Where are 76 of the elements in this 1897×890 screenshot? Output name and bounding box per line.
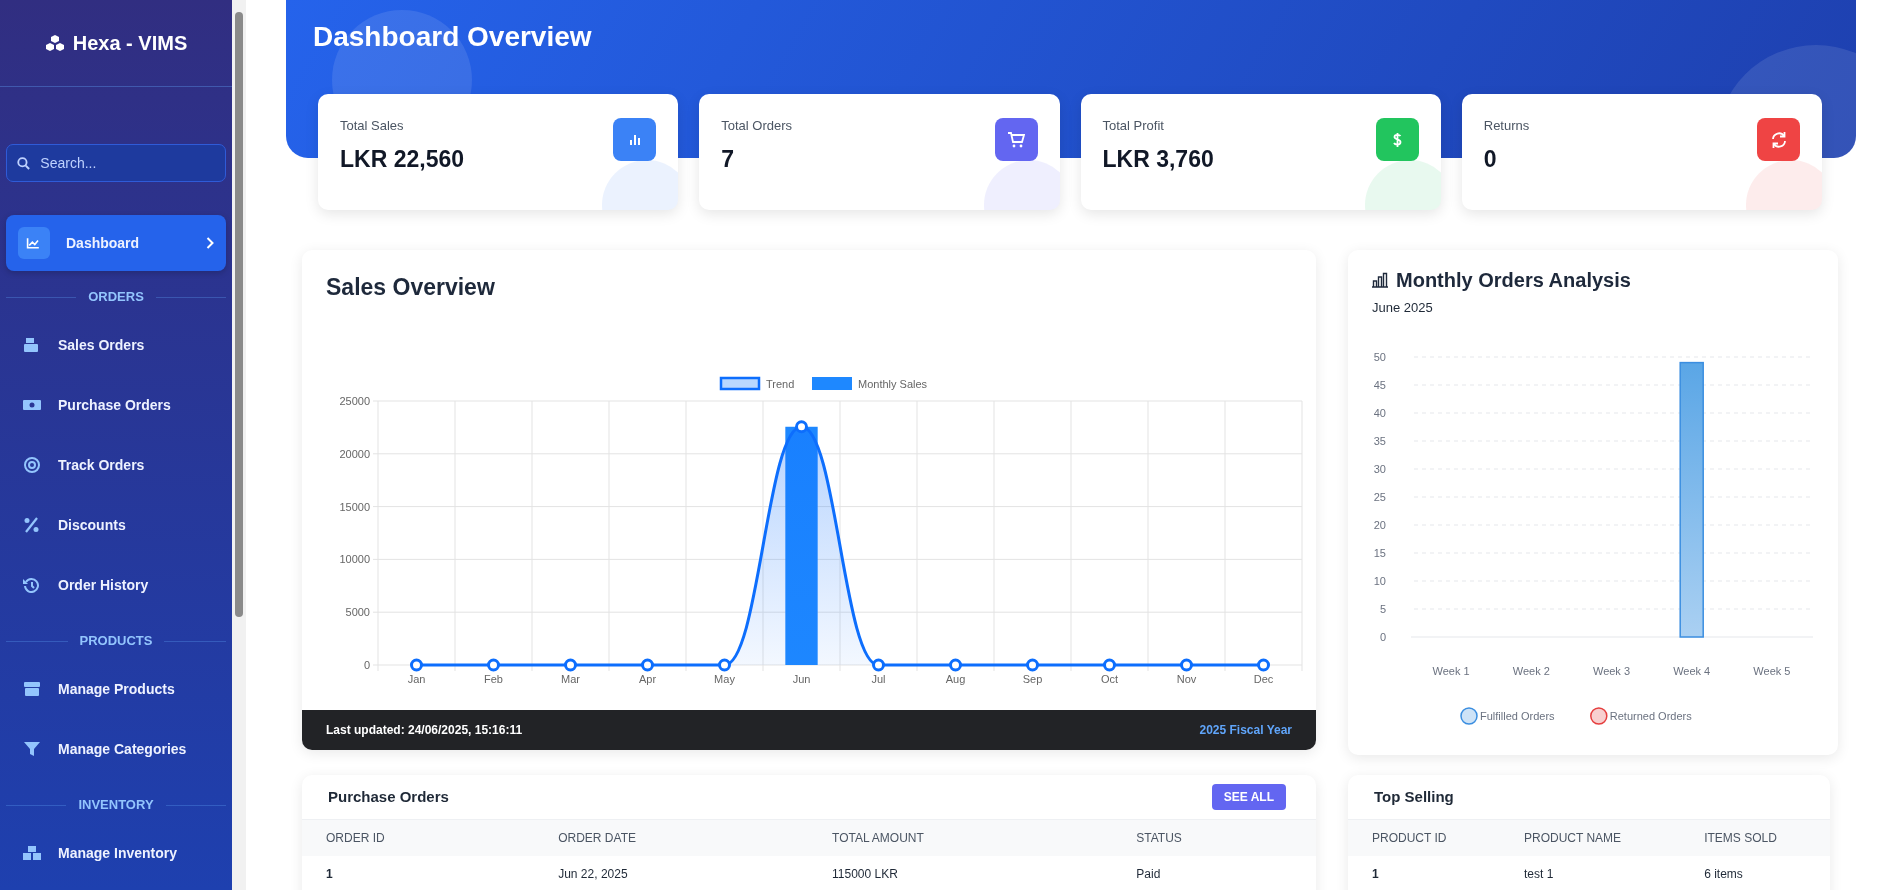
table-cell: 115000 LKR: [808, 855, 1113, 890]
table-cell: 1: [1348, 855, 1500, 890]
table-cell: Paid: [1112, 855, 1316, 890]
legend-label: Fulfilled Orders: [1480, 709, 1556, 722]
axis-tick-label: 35: [1373, 434, 1386, 447]
table-cell: test 1: [1500, 855, 1681, 890]
axis-tick-label: 15: [1373, 546, 1386, 559]
column-header: ORDER ID: [302, 819, 535, 856]
table-cell: 1: [302, 855, 535, 890]
axis-tick-label: 5000: [345, 606, 370, 619]
legend-label: Monthly Sales: [858, 378, 928, 390]
last-updated-text: Last updated: 24/06/2025, 15:16:11: [326, 722, 523, 739]
axis-tick-label: Week 2: [1512, 664, 1550, 677]
legend-label: Trend: [766, 378, 795, 390]
stat-label: Total Profit: [1102, 117, 1165, 135]
axis-tick-label: Sep: [1022, 673, 1043, 685]
axis-tick-label: Apr: [638, 673, 657, 685]
axis-tick-label: 0: [1379, 630, 1386, 643]
section-heading: PRODUCTS: [6, 623, 226, 659]
axis-tick-label: 5: [1379, 602, 1386, 615]
axis-tick-label: 10000: [339, 553, 370, 566]
stat-value: 0: [1483, 144, 1498, 174]
axis-tick-label: Oct: [1100, 673, 1119, 685]
brand-name: Hexa - VIMS: [72, 31, 188, 56]
axis-tick-label: Week 4: [1673, 664, 1711, 677]
axis-tick-label: Week 5: [1753, 664, 1791, 677]
page-title: Dashboard Overview: [313, 20, 593, 54]
table-cell: Jun 22, 2025: [534, 855, 808, 890]
axis-tick-label: Nov: [1176, 673, 1197, 685]
section-heading: INVENTORY: [6, 787, 226, 823]
axis-tick-label: Jul: [871, 673, 886, 685]
axis-tick-label: Week 3: [1592, 664, 1631, 677]
axis-tick-label: 40: [1373, 406, 1386, 419]
card-subtitle: June 2025: [1372, 299, 1434, 317]
axis-tick-label: Dec: [1253, 673, 1274, 685]
legend-item: Fulfilled Orders: [1460, 706, 1555, 725]
stat-label: Total Sales: [340, 117, 405, 135]
column-header: ORDER DATE: [534, 819, 808, 856]
column-header: STATUS: [1112, 819, 1316, 856]
section-heading: ORDERS: [6, 279, 226, 315]
axis-tick-label: 25000: [339, 395, 370, 407]
axis-tick-label: Jan: [407, 673, 426, 685]
column-header: TOTAL AMOUNT: [808, 819, 1113, 856]
axis-tick-label: 0: [363, 659, 370, 671]
axis-tick-label: 20: [1373, 518, 1386, 531]
legend-item: Trend: [719, 376, 795, 391]
legend-item: Returned Orders: [1590, 706, 1692, 725]
card-title: Purchase Orders: [328, 788, 449, 806]
axis-tick-label: Aug: [945, 673, 966, 685]
card-title: Monthly Orders Analysis: [1396, 268, 1631, 292]
axis-tick-label: 10: [1373, 574, 1386, 587]
stat-value: LKR 3,760: [1102, 144, 1215, 174]
stat-label: Total Orders: [721, 117, 794, 135]
axis-tick-label: 15000: [339, 500, 370, 513]
stat-label: Returns: [1483, 117, 1531, 135]
legend-item: Monthly Sales: [812, 377, 928, 390]
axis-tick-label: Jun: [792, 673, 811, 685]
axis-tick-label: Feb: [484, 673, 503, 685]
legend-label: Returned Orders: [1609, 709, 1693, 722]
card-title: Top Selling: [1374, 788, 1454, 806]
column-header: PRODUCT ID: [1348, 819, 1500, 856]
axis-tick-label: 20000: [339, 447, 370, 460]
column-header: ITEMS SOLD: [1680, 819, 1830, 856]
fiscal-year-label: 2025 Fiscal Year: [1199, 722, 1292, 739]
table-cell: 6 items: [1680, 855, 1830, 890]
column-header: PRODUCT NAME: [1500, 819, 1681, 856]
axis-tick-label: Mar: [561, 673, 580, 685]
axis-tick-label: Week 1: [1432, 664, 1470, 677]
card-title: Sales Overview: [326, 274, 496, 302]
axis-tick-label: 45: [1373, 378, 1386, 391]
stat-value: LKR 22,560: [340, 144, 465, 174]
axis-tick-label: May: [714, 673, 735, 685]
stat-value: 7: [721, 144, 736, 174]
axis-tick-label: 50: [1373, 350, 1386, 363]
axis-tick-label: 25: [1373, 490, 1386, 503]
axis-tick-label: 30: [1373, 462, 1386, 475]
